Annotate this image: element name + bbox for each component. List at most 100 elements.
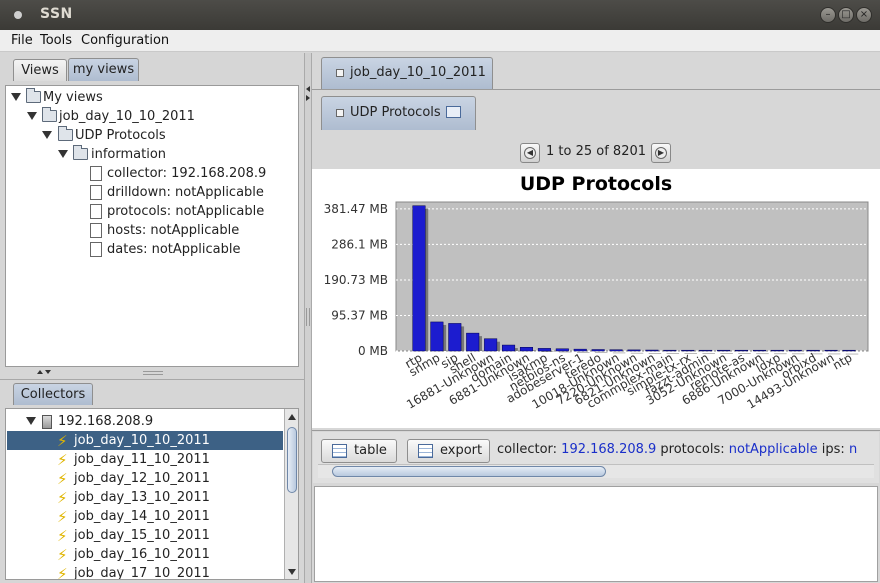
expand-triangle-icon[interactable] (42, 131, 52, 139)
bar (609, 349, 623, 352)
horizontal-splitter[interactable] (5, 369, 299, 377)
collapse-up-icon[interactable] (37, 370, 43, 374)
export-button[interactable]: export (407, 439, 490, 463)
document-icon (90, 204, 102, 219)
folder-open-icon (42, 107, 57, 122)
detach-window-icon[interactable] (446, 106, 461, 118)
bar (537, 348, 551, 352)
expand-triangle-icon[interactable] (26, 417, 36, 425)
tab-collectors[interactable]: Collectors (13, 383, 93, 405)
scroll-up-icon[interactable] (288, 414, 296, 420)
tree-label: protocols: notApplicable (107, 204, 265, 219)
bar (788, 349, 802, 352)
table-button[interactable]: table (321, 439, 397, 463)
menu-tools[interactable]: Tools (40, 33, 72, 48)
ips-label: ips: (821, 442, 845, 457)
menu-configuration[interactable]: Configuration (81, 33, 169, 48)
collector-job-item[interactable]: ⚡ job_day_11_10_2011 (7, 450, 283, 469)
collapse-right-icon[interactable] (306, 95, 310, 101)
protocols-value-link[interactable]: notApplicable (729, 442, 818, 457)
expand-triangle-icon[interactable] (58, 150, 68, 158)
vertical-splitter[interactable] (304, 53, 312, 583)
left-arrow-icon: ◀ (524, 147, 536, 159)
bar (681, 349, 695, 352)
tree-leaf[interactable]: collector: 192.168.208.9 (6, 164, 296, 183)
plot-area: 0 MB95.37 MB190.73 MB286.1 MB381.47 MBrt… (324, 201, 869, 412)
collapse-down-icon[interactable] (45, 370, 51, 374)
minimize-button[interactable]: – (820, 7, 836, 23)
scrollbar-thumb[interactable] (287, 427, 297, 493)
tree-label: My views (43, 90, 103, 105)
collector-value-link[interactable]: 192.168.208.9 (561, 442, 656, 457)
tab-close-icon[interactable] (336, 109, 344, 117)
title-bar: SSN – □ × (0, 0, 880, 30)
previous-page-button[interactable]: ◀ (520, 143, 540, 163)
ips-value-link[interactable]: n (849, 442, 857, 457)
scrollbar-thumb[interactable] (332, 466, 606, 477)
views-tree: My views job_day_10_10_2011 UDP Protocol… (5, 85, 299, 367)
next-page-button[interactable]: ▶ (651, 143, 671, 163)
server-icon (42, 415, 52, 429)
tab-job-view[interactable]: job_day_10_10_2011 (321, 57, 493, 89)
menu-bar: File Tools Configuration (0, 30, 880, 52)
bar (573, 348, 587, 352)
tree-leaf[interactable]: drilldown: notApplicable (6, 183, 296, 202)
scroll-down-icon[interactable] (288, 569, 296, 575)
maximize-button[interactable]: □ (838, 7, 854, 23)
tree-node-job[interactable]: job_day_10_10_2011 (6, 107, 296, 126)
collector-host-node[interactable]: 192.168.208.9 (6, 412, 286, 431)
collector-job-label: job_day_12_10_2011 (74, 471, 210, 486)
bar (627, 349, 641, 352)
tree-leaf[interactable]: hosts: notApplicable (6, 221, 296, 240)
menu-file[interactable]: File (11, 33, 33, 48)
bar (717, 349, 731, 352)
bar (412, 205, 426, 352)
collector-job-label: job_day_15_10_2011 (74, 528, 210, 543)
tree-node-my-views[interactable]: My views (6, 88, 296, 107)
table-icon (332, 444, 347, 458)
export-button-label: export (440, 443, 483, 458)
tab-udp-protocols[interactable]: UDP Protocols (321, 96, 476, 130)
info-horizontal-scrollbar[interactable] (318, 464, 874, 478)
expand-triangle-icon[interactable] (27, 112, 37, 120)
tree-leaf[interactable]: protocols: notApplicable (6, 202, 296, 221)
tree-label: drilldown: notApplicable (107, 185, 264, 200)
lightning-bolt-icon: ⚡ (57, 489, 68, 507)
y-tick-label: 0 MB (358, 344, 388, 358)
collector-job-item[interactable]: ⚡ job_day_13_10_2011 (7, 488, 283, 507)
tree-node-udp-protocols[interactable]: UDP Protocols (6, 126, 296, 145)
tree-node-information[interactable]: information (6, 145, 296, 164)
lightning-bolt-icon: ⚡ (57, 546, 68, 564)
bar (663, 349, 677, 352)
tree-leaf[interactable]: dates: notApplicable (6, 240, 296, 259)
folder-open-icon (73, 145, 88, 160)
collector-job-item-selected[interactable]: ⚡ job_day_10_10_2011 (7, 431, 283, 450)
collectors-tree: 192.168.208.9 ⚡ job_day_10_10_2011 ⚡ job… (5, 408, 299, 580)
collector-job-item[interactable]: ⚡ job_day_14_10_2011 (7, 507, 283, 526)
tab-close-icon[interactable] (336, 69, 344, 77)
document-icon (90, 242, 102, 257)
collector-job-item[interactable]: ⚡ job_day_16_10_2011 (7, 545, 283, 564)
collector-job-item[interactable]: ⚡ job_day_12_10_2011 (7, 469, 283, 488)
lightning-bolt-icon: ⚡ (57, 432, 68, 450)
collector-label: collector: (497, 442, 558, 457)
collectors-scrollbar[interactable] (284, 409, 298, 579)
filter-summary: collector: 192.168.208.9 protocols: notA… (497, 442, 867, 457)
lightning-bolt-icon: ⚡ (57, 508, 68, 526)
tab-views[interactable]: Views (13, 59, 67, 81)
collapse-left-icon[interactable] (306, 86, 310, 92)
divider (0, 379, 304, 380)
grip-icon (143, 371, 163, 375)
close-button[interactable]: × (856, 7, 872, 23)
bar (519, 347, 534, 352)
chart-title: UDP Protocols (520, 173, 672, 195)
expand-triangle-icon[interactable] (11, 93, 21, 101)
tree-label: dates: notApplicable (107, 242, 241, 257)
tree-label: information (91, 147, 167, 162)
collector-job-item[interactable]: ⚡ job_day_17_10_2011 (7, 564, 283, 580)
plot-background (395, 201, 869, 352)
tab-my-views[interactable]: my views (68, 58, 139, 81)
collector-job-item[interactable]: ⚡ job_day_15_10_2011 (7, 526, 283, 545)
collector-job-label: job_day_13_10_2011 (74, 490, 210, 505)
collector-job-label: job_day_17_10_2011 (74, 566, 210, 580)
